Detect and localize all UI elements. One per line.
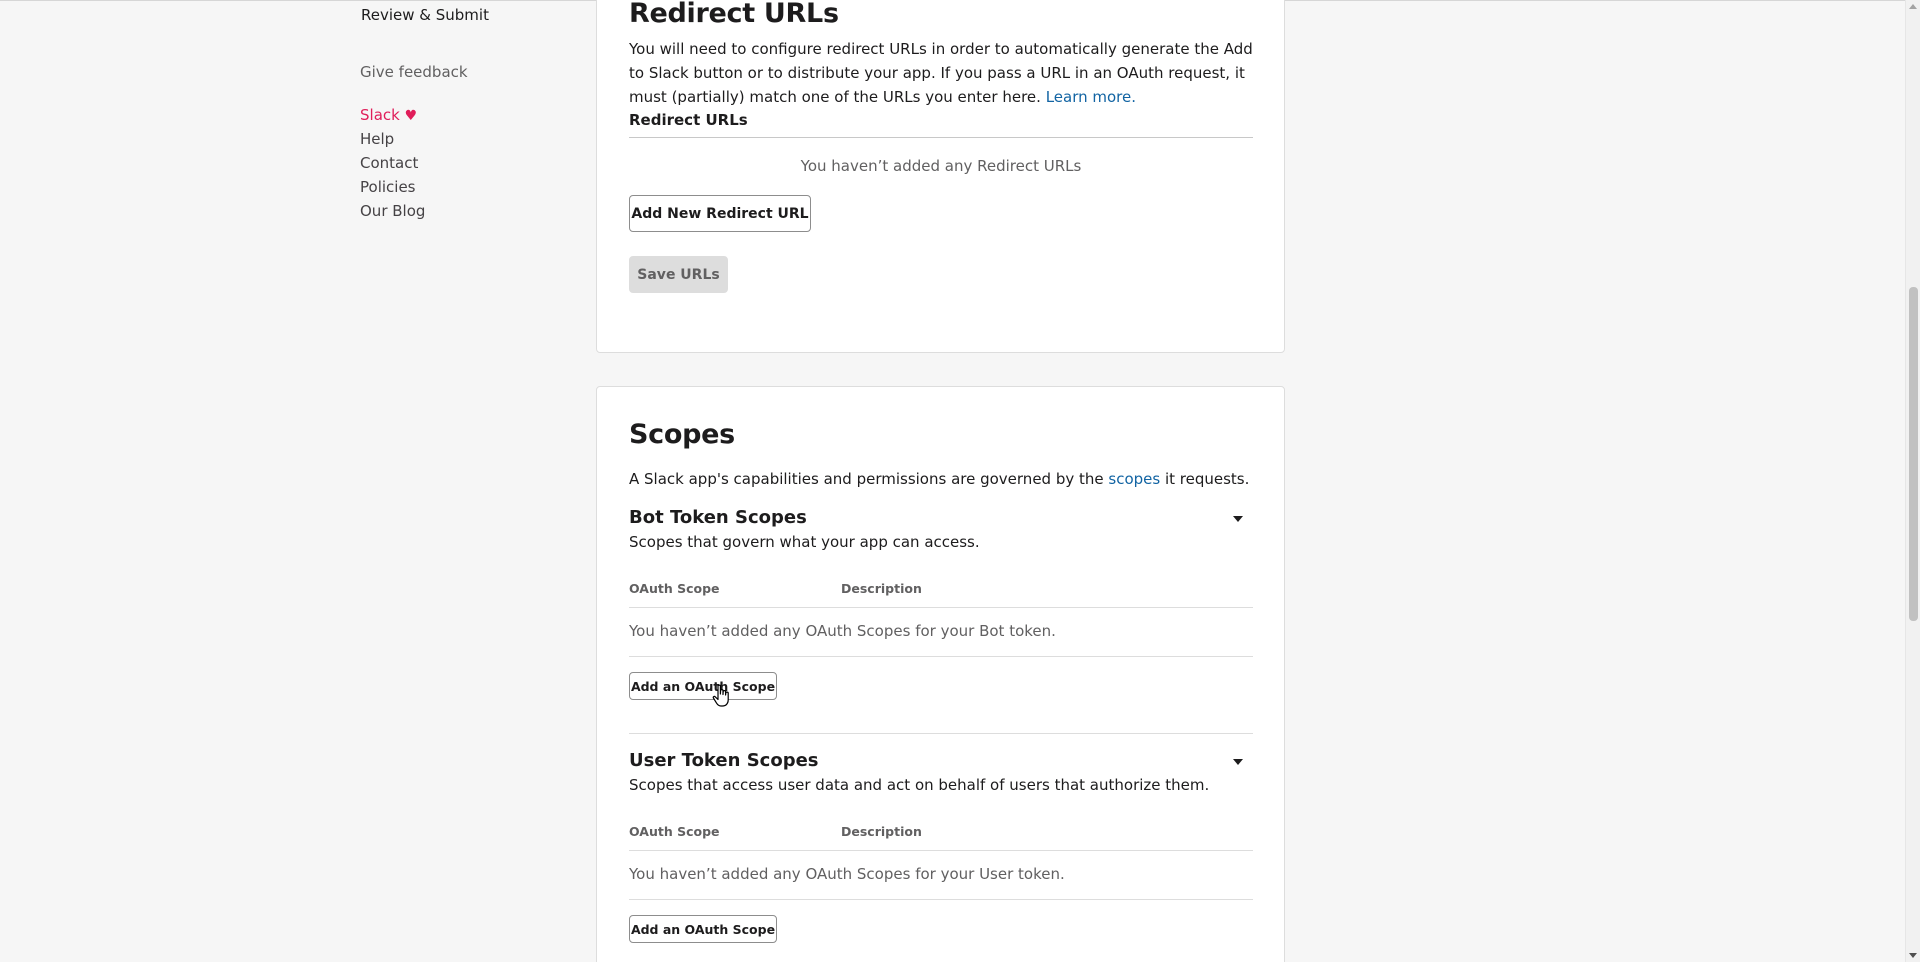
contact-link[interactable]: Contact: [360, 153, 418, 173]
scopes-link[interactable]: scopes: [1108, 470, 1160, 488]
bot-token-scopes-title: Bot Token Scopes: [629, 507, 807, 528]
redirect-urls-list-header: Redirect URLs: [629, 111, 748, 129]
user-add-oauth-scope-button[interactable]: Add an OAuth Scope: [629, 915, 777, 943]
bot-scopes-empty-message: You haven’t added any OAuth Scopes for y…: [629, 622, 1056, 640]
redirect-description-text: You will need to configure redirect URLs…: [629, 40, 1253, 106]
user-scopes-collapse-icon[interactable]: [1233, 759, 1243, 765]
scrollbar-thumb[interactable]: [1909, 287, 1918, 621]
divider: [629, 850, 1253, 851]
give-feedback-link[interactable]: Give feedback: [360, 62, 468, 82]
page-scrollbar[interactable]: [1905, 0, 1920, 962]
bot-token-scopes-description: Scopes that govern what your app can acc…: [629, 533, 980, 551]
heart-icon: ♥: [404, 108, 418, 124]
scopes-title: Scopes: [629, 419, 735, 450]
user-description-column-header: Description: [841, 824, 922, 839]
redirect-urls-title: Redirect URLs: [629, 0, 839, 29]
redirect-urls-description: You will need to configure redirect URLs…: [629, 37, 1259, 109]
bot-scopes-collapse-icon[interactable]: [1233, 516, 1243, 522]
scopes-card: Scopes A Slack app's capabilities and pe…: [596, 386, 1285, 962]
user-token-scopes-title: User Token Scopes: [629, 750, 819, 771]
divider: [629, 656, 1253, 657]
help-link[interactable]: Help: [360, 129, 394, 149]
scopes-intro: A Slack app's capabilities and permissio…: [629, 467, 1249, 491]
scroll-down-arrow-icon[interactable]: [1909, 953, 1917, 958]
scopes-intro-text: A Slack app's capabilities and permissio…: [629, 470, 1109, 488]
bot-oauth-scope-column-header: OAuth Scope: [629, 581, 720, 596]
divider: [629, 899, 1253, 900]
hand-pointer-cursor-icon: [712, 684, 729, 707]
user-token-scopes-description: Scopes that access user data and act on …: [629, 776, 1210, 794]
divider: [629, 607, 1253, 608]
bot-add-oauth-scope-button[interactable]: Add an OAuth Scope: [629, 672, 777, 700]
user-scopes-empty-message: You haven’t added any OAuth Scopes for y…: [629, 865, 1065, 883]
sidebar-item-review-submit[interactable]: Review & Submit: [361, 5, 489, 25]
bot-description-column-header: Description: [841, 581, 922, 596]
scopes-intro-text-end: it requests.: [1160, 470, 1250, 488]
slack-link[interactable]: Slack ♥: [360, 105, 417, 126]
user-oauth-scope-column-header: OAuth Scope: [629, 824, 720, 839]
our-blog-link[interactable]: Our Blog: [360, 201, 425, 221]
slack-link-label: Slack: [360, 106, 400, 124]
divider: [629, 137, 1253, 138]
scroll-up-arrow-icon[interactable]: [1909, 4, 1917, 9]
learn-more-link[interactable]: Learn more.: [1046, 88, 1136, 106]
redirect-urls-empty-message: You haven’t added any Redirect URLs: [800, 157, 1082, 175]
section-divider: [629, 733, 1253, 734]
redirect-urls-card: Redirect URLs You will need to configure…: [596, 0, 1285, 353]
policies-link[interactable]: Policies: [360, 177, 415, 197]
add-new-redirect-url-button[interactable]: Add New Redirect URL: [629, 195, 811, 232]
save-urls-button[interactable]: Save URLs: [629, 256, 728, 293]
